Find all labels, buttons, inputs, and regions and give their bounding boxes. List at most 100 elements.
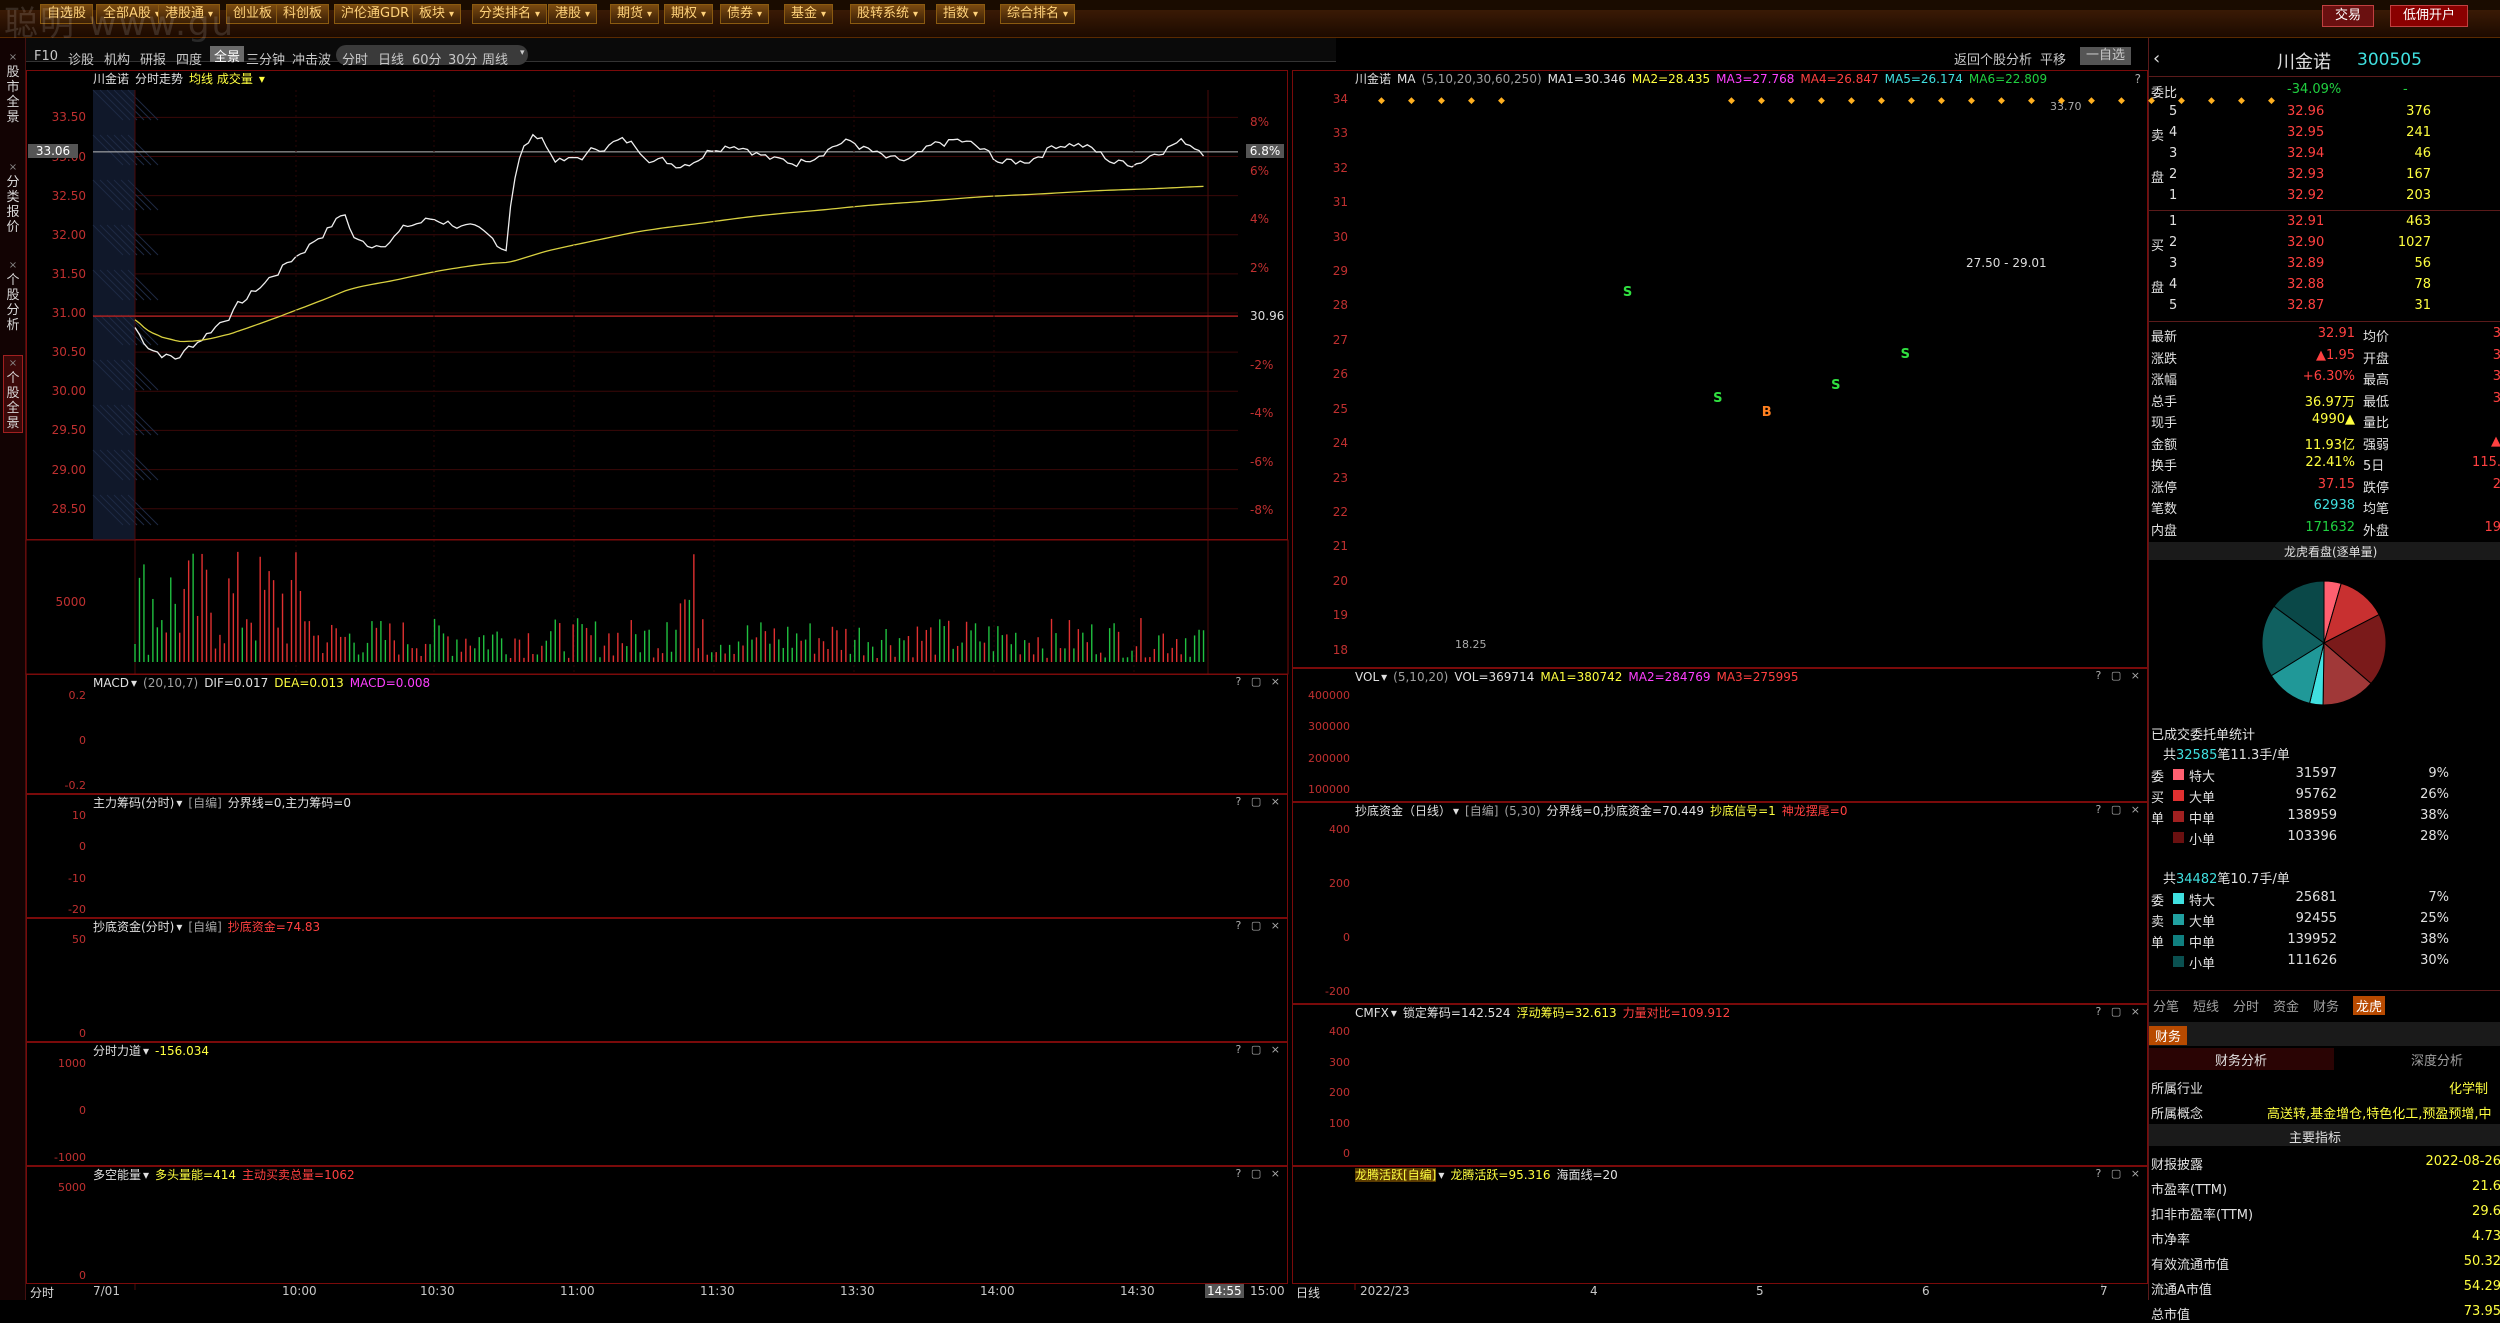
subbar-item-1[interactable]: 诊股	[68, 49, 94, 68]
window-controls[interactable]: ? ▢ ×	[1236, 1167, 1283, 1180]
left-indicator-panel-2[interactable]: 抄底资金(分时) ▾ [自编] 抄底资金=74.83 ? ▢ ×	[26, 918, 1288, 1042]
toolbar-button-7[interactable]: 分类排名 ▾	[472, 4, 548, 24]
left-tab-3[interactable]: × 个股全景	[3, 355, 23, 433]
chevron-down-icon[interactable]: ▾	[143, 1168, 149, 1182]
chevron-down-icon[interactable]: ▾	[176, 796, 182, 810]
period-4[interactable]: 周线	[482, 49, 508, 68]
window-controls[interactable]: ? ▢ ×	[2096, 1005, 2143, 1018]
chevron-down-icon[interactable]: ▾	[520, 48, 525, 58]
subbar-item-7[interactable]: 冲击波	[292, 49, 331, 68]
period-0[interactable]: 分时	[342, 49, 368, 68]
window-controls[interactable]: ? ▢ ×	[2096, 1167, 2143, 1180]
event-marker[interactable]: ◆	[1438, 96, 1445, 106]
event-marker[interactable]: ◆	[2058, 96, 2065, 106]
fin-tab[interactable]: 财务	[2149, 1026, 2188, 1045]
toolbar-button-10[interactable]: 期权 ▾	[664, 4, 714, 24]
subbar-item-3[interactable]: 研报	[140, 49, 166, 68]
chevron-down-icon[interactable]: ▾	[176, 920, 182, 934]
event-marker[interactable]: ◆	[2268, 96, 2275, 106]
right-indicator-panel-3[interactable]: 龙腾活跃[自编] ▾ 龙腾活跃=95.316 海面线=20 ? ▢ ×	[1292, 1166, 2148, 1284]
event-marker[interactable]: ◆	[1878, 96, 1885, 106]
event-marker[interactable]: ◆	[2148, 96, 2155, 106]
toolbar-button-6[interactable]: 板块 ▾	[412, 4, 462, 24]
subbar-right-0[interactable]: 返回个股分析	[1954, 49, 2032, 68]
period-1[interactable]: 日线	[378, 49, 404, 68]
fin-subtab[interactable]: 财务分析	[2215, 1050, 2267, 1069]
quote-tab-3[interactable]: 资金	[2273, 996, 2299, 1015]
event-marker[interactable]: ◆	[2208, 96, 2215, 106]
time-mode[interactable]: 分时	[30, 1284, 54, 1301]
chevron-down-icon[interactable]: ▾	[1453, 804, 1459, 818]
subbar-right-2[interactable]: 一自选	[2080, 47, 2132, 65]
indicator-name[interactable]: 抄底资金（日线）	[1355, 804, 1451, 818]
close-icon[interactable]: ×	[3, 50, 23, 65]
window-controls[interactable]: ? ▢ ×	[1236, 675, 1283, 688]
kline-chart-panel[interactable]: 川金诺 MA (5,10,20,30,60,250) MA1=30.346 MA2=28…	[1292, 70, 2148, 668]
right-indicator-panel-0[interactable]: VOL ▾ (5,10,20) VOL=369714 MA1=380742 MA2=284…	[1292, 668, 2148, 802]
left-tab-0[interactable]: × 股市全景	[3, 50, 23, 128]
indicator-name[interactable]: 龙腾活跃[自编]	[1355, 1168, 1437, 1182]
subbar-item-0[interactable]: F10	[34, 49, 58, 64]
subbar-item-6[interactable]: 三分钟	[246, 49, 285, 68]
indicator-name[interactable]: VOL	[1355, 670, 1379, 684]
left-indicator-panel-3[interactable]: 分时力道 ▾ -156.034 ? ▢ ×	[26, 1042, 1288, 1166]
quote-tab-4[interactable]: 财务	[2313, 996, 2339, 1015]
close-icon[interactable]: ×	[3, 160, 23, 175]
close-icon[interactable]: ×	[3, 258, 23, 273]
toolbar-button-11[interactable]: 债券 ▾	[720, 4, 770, 24]
window-controls[interactable]: ? ▢ ×	[2096, 803, 2143, 816]
event-marker[interactable]: ◆	[1818, 96, 1825, 106]
event-marker[interactable]: ◆	[1998, 96, 2005, 106]
event-marker[interactable]: ◆	[1848, 96, 1855, 106]
quote-tab-0[interactable]: 分笔	[2153, 996, 2179, 1015]
event-marker[interactable]: ◆	[1788, 96, 1795, 106]
subbar-item-4[interactable]: 四度	[176, 49, 202, 68]
event-marker[interactable]: ◆	[2088, 96, 2095, 106]
right-indicator-panel-1[interactable]: 抄底资金（日线） ▾ [自编] (5,30) 分界线=0,抄底资金=70.449 抄底信号…	[1292, 802, 2148, 1004]
indicator-name[interactable]: 多空能量	[93, 1168, 141, 1182]
event-marker[interactable]: ◆	[2178, 96, 2185, 106]
fin-subtab[interactable]: 深度分析	[2411, 1050, 2463, 1069]
chevron-down-icon[interactable]: ▾	[1391, 1006, 1397, 1020]
toolbar-button-14[interactable]: 指数 ▾	[936, 4, 986, 24]
right-indicator-panel-2[interactable]: CMFX ▾ 锁定筹码=142.524 浮动筹码=32.613 力量对比=109.912…	[1292, 1004, 2148, 1166]
indicator-name[interactable]: 主力筹码(分时)	[93, 796, 174, 810]
open-account-button[interactable]: 低佣开户	[2390, 5, 2469, 27]
toolbar-button-13[interactable]: 股转系统 ▾	[850, 4, 926, 24]
indicator-name[interactable]: 分时力道	[93, 1044, 141, 1058]
toolbar-button-5[interactable]: 沪伦通GDR	[334, 4, 417, 24]
trade-button[interactable]: 交易	[2322, 5, 2375, 27]
window-controls[interactable]: ? ▢ ×	[1236, 919, 1283, 932]
period-2[interactable]: 60分	[412, 49, 442, 68]
indicator-name[interactable]: 抄底资金(分时)	[93, 920, 174, 934]
event-marker[interactable]: ◆	[1968, 96, 1975, 106]
quote-tab-1[interactable]: 短线	[2193, 996, 2219, 1015]
left-tab-2[interactable]: × 个股分析	[3, 258, 23, 336]
kline-period-label[interactable]: 日线	[1296, 1284, 1320, 1301]
left-indicator-panel-0[interactable]: MACD ▾ (20,10,7) DIF=0.017 DEA=0.013 MACD=0.0…	[26, 674, 1288, 794]
event-marker[interactable]: ◆	[1728, 96, 1735, 106]
toolbar-button-12[interactable]: 基金 ▾	[784, 4, 834, 24]
subbar-item-2[interactable]: 机构	[104, 49, 130, 68]
left-tab-1[interactable]: × 分类报价	[3, 160, 23, 238]
event-marker[interactable]: ◆	[2028, 96, 2035, 106]
quote-tab-5[interactable]: 龙虎	[2353, 996, 2386, 1015]
indicator-name[interactable]: CMFX	[1355, 1006, 1389, 1020]
window-controls[interactable]: ? ▢ ×	[2096, 669, 2143, 682]
subbar-item-5[interactable]: 全景	[210, 46, 245, 65]
event-marker[interactable]: ◆	[1408, 96, 1415, 106]
toolbar-button-9[interactable]: 期货 ▾	[610, 4, 660, 24]
chevron-down-icon[interactable]: ▾	[1381, 670, 1387, 684]
event-marker[interactable]: ◆	[2238, 96, 2245, 106]
toolbar-button-15[interactable]: 综合排名 ▾	[1000, 4, 1076, 24]
subbar-right-1[interactable]: 平移	[2040, 49, 2066, 68]
chevron-down-icon[interactable]: ▾	[131, 676, 137, 690]
window-controls[interactable]: ? ▢ ×	[1236, 795, 1283, 808]
toolbar-button-4[interactable]: 科创板	[276, 4, 330, 24]
left-indicator-panel-1[interactable]: 主力筹码(分时) ▾ [自编] 分界线=0,主力筹码=0 ? ▢ ×	[26, 794, 1288, 918]
event-marker[interactable]: ◆	[1498, 96, 1505, 106]
help-icon[interactable]: ?	[2135, 71, 2141, 87]
toolbar-button-8[interactable]: 港股 ▾	[548, 4, 598, 24]
chevron-down-icon[interactable]: ▾	[1438, 1168, 1444, 1182]
left-indicator-panel-4[interactable]: 多空能量 ▾ 多头量能=414 主动买卖总量=1062 ? ▢ ×	[26, 1166, 1288, 1284]
